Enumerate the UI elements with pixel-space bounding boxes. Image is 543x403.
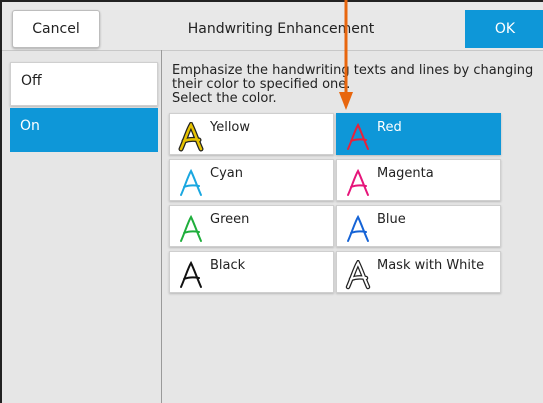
cancel-button[interactable]: Cancel	[12, 10, 100, 48]
sidebar: Off On	[2, 50, 161, 403]
color-option-red[interactable]: Red	[336, 113, 501, 155]
color-option-black[interactable]: Black	[169, 251, 334, 293]
top-bar: Cancel Handwriting Enhancement OK	[2, 2, 543, 51]
letter-a-magenta-icon	[347, 168, 369, 196]
color-option-yellow[interactable]: Yellow	[169, 113, 334, 155]
letter-a-yellow-icon	[178, 122, 204, 152]
color-option-label: Magenta	[377, 166, 434, 181]
color-option-mask-with-white[interactable]: Mask with White	[336, 251, 501, 293]
letter-a-green-icon	[180, 214, 202, 242]
color-option-blue[interactable]: Blue	[336, 205, 501, 247]
color-option-cyan[interactable]: Cyan	[169, 159, 334, 201]
color-option-green[interactable]: Green	[169, 205, 334, 247]
option-on[interactable]: On	[10, 108, 158, 152]
color-option-label: Mask with White	[377, 258, 485, 273]
color-option-label: Yellow	[210, 120, 251, 135]
color-option-label: Green	[210, 212, 250, 227]
ok-button[interactable]: OK	[465, 10, 543, 48]
annotation-arrow-icon	[339, 0, 353, 110]
letter-a-cyan-icon	[180, 168, 202, 196]
description-line-3: Select the color.	[172, 91, 277, 106]
description-text: Emphasize the handwriting texts and line…	[172, 64, 543, 106]
letter-a-blue-icon	[347, 214, 369, 242]
letter-a-outline-icon	[345, 260, 371, 290]
color-option-label: Blue	[377, 212, 406, 227]
description-line-2: their color to specified one.	[172, 77, 351, 92]
panel-divider	[161, 50, 162, 403]
dialog-title: Handwriting Enhancement	[187, 21, 375, 37]
option-off[interactable]: Off	[10, 62, 158, 106]
color-option-label: Cyan	[210, 166, 243, 181]
letter-a-black-icon	[180, 260, 202, 288]
color-option-magenta[interactable]: Magenta	[336, 159, 501, 201]
letter-a-red-icon	[347, 122, 369, 150]
color-option-label: Red	[377, 120, 402, 135]
description-line-1: Emphasize the handwriting texts and line…	[172, 64, 534, 78]
color-option-label: Black	[210, 258, 246, 273]
